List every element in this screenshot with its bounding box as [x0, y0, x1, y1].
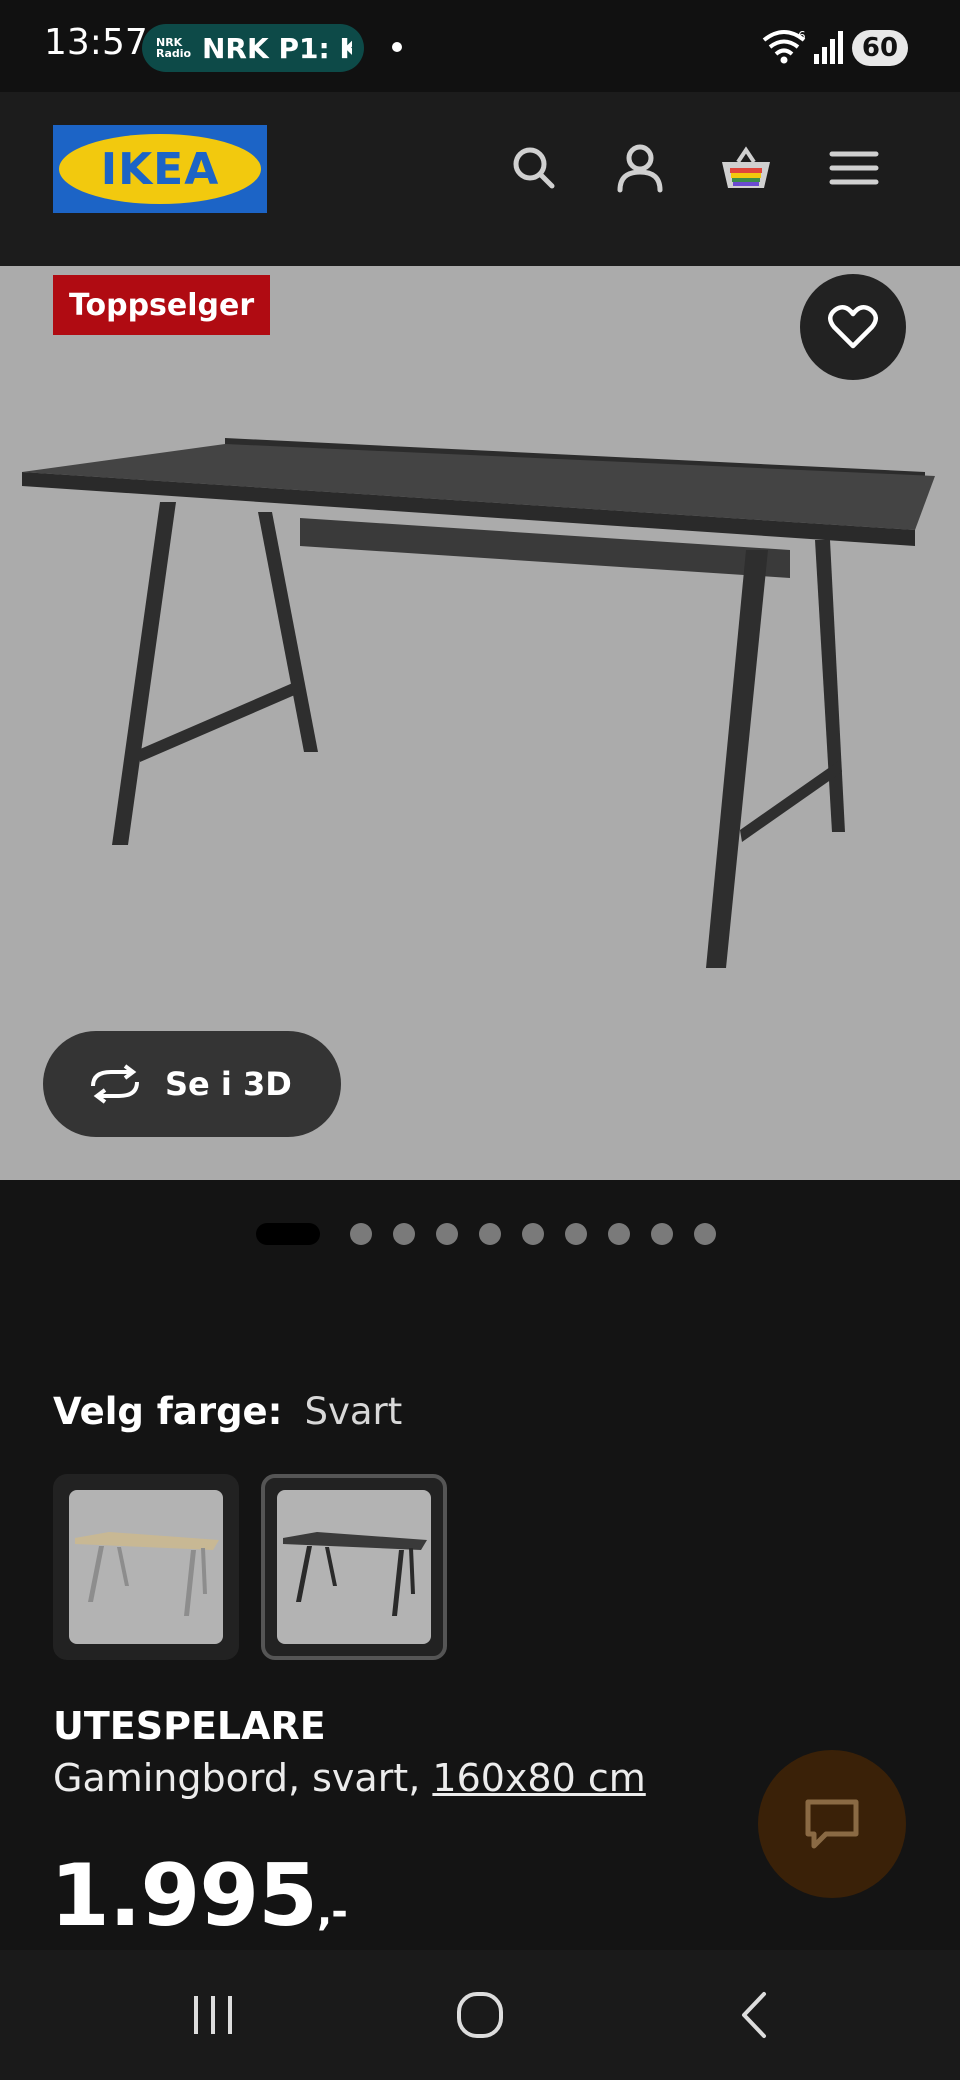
carousel-dot[interactable]	[436, 1223, 458, 1245]
carousel-dot-active[interactable]	[256, 1223, 320, 1245]
carousel-dot[interactable]	[565, 1223, 587, 1245]
color-value: Svart	[304, 1390, 403, 1433]
bestseller-badge: Toppselger	[53, 275, 271, 335]
notification-dot-icon	[392, 42, 402, 52]
carousel-dot[interactable]	[479, 1223, 501, 1245]
recent-apps-icon[interactable]	[188, 1990, 238, 2040]
price-suffix: ,-	[317, 1889, 348, 1935]
chat-icon	[805, 1799, 859, 1849]
nrk-radio-logo: NRK Radio	[156, 36, 192, 60]
color-selector-row: Velg farge: Svart	[53, 1390, 402, 1433]
carousel-dot[interactable]	[608, 1223, 630, 1245]
battery-indicator: 60	[852, 30, 908, 66]
basket-icon[interactable]	[718, 140, 774, 196]
status-time: 13:57	[44, 22, 148, 63]
product-price: 1.995,-	[50, 1846, 348, 1946]
carousel-dot[interactable]	[651, 1223, 673, 1245]
logo-text: IKEA	[100, 143, 220, 195]
wifi-badge: 6	[798, 29, 806, 43]
account-icon[interactable]	[612, 140, 668, 196]
media-notification-pill[interactable]: NRK Radio NRK P1: Ko	[142, 24, 364, 72]
swatch-image-wood	[69, 1490, 223, 1644]
gaming-desk-image	[22, 438, 935, 968]
product-name: UTESPELARE	[53, 1704, 326, 1748]
wood-desk-thumbnail	[75, 1532, 219, 1616]
media-notification-text: NRK P1: Ko	[202, 31, 352, 65]
carousel-dot[interactable]	[522, 1223, 544, 1245]
view-3d-button[interactable]: Se i 3D	[43, 1031, 341, 1137]
price-value: 1.995	[50, 1846, 318, 1946]
color-swatch-wood[interactable]	[53, 1474, 239, 1660]
favorite-button[interactable]	[800, 274, 906, 380]
swatch-image-black	[277, 1490, 431, 1644]
product-size-link[interactable]: 160x80 cm	[432, 1756, 645, 1800]
back-icon[interactable]	[730, 1990, 780, 2040]
carousel-dot[interactable]	[393, 1223, 415, 1245]
rotate-3d-icon	[91, 1064, 139, 1104]
black-desk-thumbnail	[283, 1532, 427, 1616]
carousel-dot[interactable]	[350, 1223, 372, 1245]
ikea-logo[interactable]: IKEA	[53, 125, 267, 213]
search-icon[interactable]	[506, 140, 562, 196]
image-carousel-indicator	[256, 1222, 737, 1246]
color-label: Velg farge:	[53, 1390, 283, 1433]
view-3d-label: Se i 3D	[165, 1065, 292, 1103]
menu-icon[interactable]	[826, 140, 882, 196]
heart-icon	[828, 305, 878, 349]
carousel-dot[interactable]	[694, 1223, 716, 1245]
cellular-signal-icon	[814, 31, 843, 64]
color-swatch-black[interactable]	[261, 1474, 447, 1660]
chat-button[interactable]	[758, 1750, 906, 1898]
product-type: Gamingbord, svart,	[53, 1756, 421, 1800]
product-description: Gamingbord, svart, 160x80 cm	[53, 1756, 646, 1800]
home-icon[interactable]	[455, 1990, 505, 2040]
wifi-icon: 6	[762, 29, 806, 64]
